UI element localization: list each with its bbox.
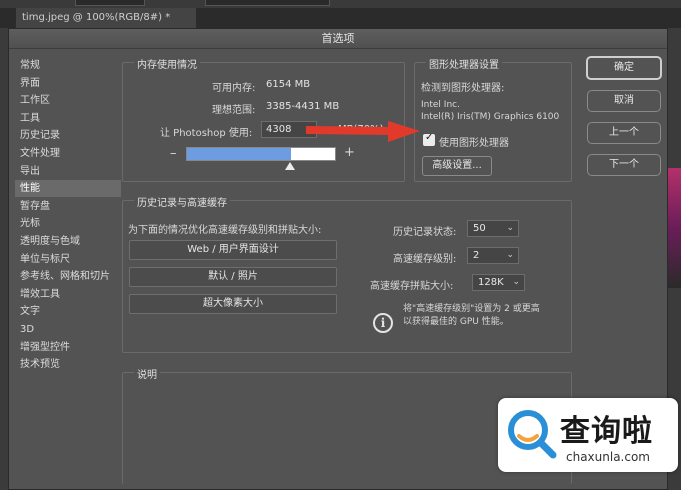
huge-pixel-size-button[interactable]: 超大像素大小 bbox=[129, 294, 337, 314]
sample-size-dropdown[interactable] bbox=[75, 0, 145, 6]
memory-slider-thumb[interactable] bbox=[285, 162, 295, 170]
history-states-label: 历史记录状态: bbox=[393, 227, 457, 238]
sidebar-item-file-handling[interactable]: 文件处理 bbox=[15, 145, 121, 162]
sidebar-item-workspace[interactable]: 工作区 bbox=[15, 92, 121, 109]
sidebar-item-scratch-disks[interactable]: 暂存盘 bbox=[15, 198, 121, 215]
previous-button[interactable]: 上一个 bbox=[587, 122, 661, 144]
chevron-down-icon: ⌄ bbox=[506, 223, 514, 233]
default-photos-button[interactable]: 默认 / 照片 bbox=[129, 267, 337, 287]
gpu-detected-label: 检测到图形处理器: bbox=[421, 83, 505, 94]
ideal-range-value: 3385-4431 MB bbox=[266, 101, 340, 112]
sample-dropdown[interactable] bbox=[205, 0, 330, 6]
gpu-model: Intel(R) Iris(TM) Graphics 6100 bbox=[421, 112, 560, 122]
available-memory-value: 6154 MB bbox=[266, 79, 311, 90]
chevron-down-icon: ⌄ bbox=[506, 250, 514, 260]
sidebar-item-plugins[interactable]: 增效工具 bbox=[15, 286, 121, 303]
cache-note-line2: 以获得最佳的 GPU 性能。 bbox=[403, 317, 509, 327]
chevron-down-icon: ⌄ bbox=[512, 277, 520, 287]
info-icon: i bbox=[373, 313, 393, 333]
sidebar-item-transparency[interactable]: 透明度与色域 bbox=[15, 233, 121, 250]
color-swatch-gradient bbox=[668, 168, 681, 288]
tile-size-label: 高速缓存拼贴大小: bbox=[370, 281, 454, 292]
cancel-button[interactable]: 取消 bbox=[587, 90, 661, 112]
magnifier-logo-icon bbox=[508, 410, 557, 459]
sidebar-item-history[interactable]: 历史记录 bbox=[15, 127, 121, 144]
sidebar-item-general[interactable]: 常规 bbox=[15, 57, 121, 74]
preferences-sidebar: 常规 界面 工作区 工具 历史记录 文件处理 导出 性能 暂存盘 光标 透明度与… bbox=[15, 57, 121, 482]
sidebar-item-interface[interactable]: 界面 bbox=[15, 75, 121, 92]
cache-levels-select[interactable]: 2 ⌄ bbox=[467, 247, 519, 264]
history-states-select[interactable]: 50 ⌄ bbox=[467, 220, 519, 237]
sidebar-item-enhanced-controls[interactable]: 增强型控件 bbox=[15, 339, 121, 356]
sidebar-item-guides-grid[interactable]: 参考线、网格和切片 bbox=[15, 268, 121, 285]
history-states-value: 50 bbox=[473, 223, 486, 234]
history-cache-title: 历史记录与高速缓存 bbox=[134, 194, 230, 209]
red-arrow-annotation bbox=[306, 121, 420, 142]
sidebar-item-3d[interactable]: 3D bbox=[15, 321, 121, 338]
description-title: 说明 bbox=[134, 366, 160, 381]
dialog-title: 首选项 bbox=[9, 29, 667, 49]
optimize-cache-label: 为下面的情况优化高速缓存级别和拼贴大小: bbox=[128, 225, 322, 236]
ideal-range-label: 理想范围: bbox=[212, 105, 256, 116]
memory-usage-title: 内存使用情况 bbox=[134, 56, 200, 71]
ok-button[interactable]: 确定 bbox=[586, 56, 662, 80]
decrease-memory-button[interactable]: – bbox=[170, 146, 177, 161]
next-button[interactable]: 下一个 bbox=[587, 154, 661, 176]
memory-slider-fill bbox=[187, 148, 291, 160]
sidebar-item-tech-previews[interactable]: 技术预览 bbox=[15, 356, 121, 373]
use-gpu-label[interactable]: 使用图形处理器 bbox=[439, 134, 509, 149]
tile-size-select[interactable]: 128K ⌄ bbox=[472, 274, 525, 291]
toolbar-strip bbox=[0, 28, 8, 490]
cache-levels-value: 2 bbox=[473, 250, 480, 261]
watermark-url: chaxunla.com bbox=[566, 450, 650, 464]
watermark-name: 查询啦 bbox=[560, 414, 653, 449]
tile-size-value: 128K bbox=[478, 277, 504, 288]
sidebar-item-tools[interactable]: 工具 bbox=[15, 110, 121, 127]
cache-levels-label: 高速缓存级别: bbox=[393, 254, 457, 265]
app-options-bar bbox=[0, 0, 681, 8]
document-tab[interactable]: timg.jpeg @ 100%(RGB/8#) * bbox=[16, 8, 196, 28]
checkmark-icon: ✓ bbox=[425, 132, 434, 143]
web-ui-design-button[interactable]: Web / 用户界面设计 bbox=[129, 240, 337, 260]
available-memory-label: 可用内存: bbox=[212, 83, 256, 94]
watermark-logo: 查询啦 chaxunla.com bbox=[498, 398, 678, 472]
sidebar-item-type[interactable]: 文字 bbox=[15, 303, 121, 320]
sidebar-item-export[interactable]: 导出 bbox=[15, 163, 121, 180]
advanced-settings-button[interactable]: 高级设置... bbox=[422, 156, 492, 176]
gpu-vendor: Intel Inc. bbox=[421, 100, 460, 110]
cache-note-line1: 将"高速缓存级别"设置为 2 或更高 bbox=[403, 304, 540, 314]
let-photoshop-use-label: 让 Photoshop 使用: bbox=[160, 128, 253, 139]
memory-slider-track[interactable] bbox=[186, 147, 336, 161]
gpu-settings-title: 图形处理器设置 bbox=[426, 56, 502, 71]
sidebar-item-performance[interactable]: 性能 bbox=[15, 180, 121, 198]
sidebar-item-cursors[interactable]: 光标 bbox=[15, 215, 121, 232]
sidebar-item-units-rulers[interactable]: 单位与标尺 bbox=[15, 251, 121, 268]
